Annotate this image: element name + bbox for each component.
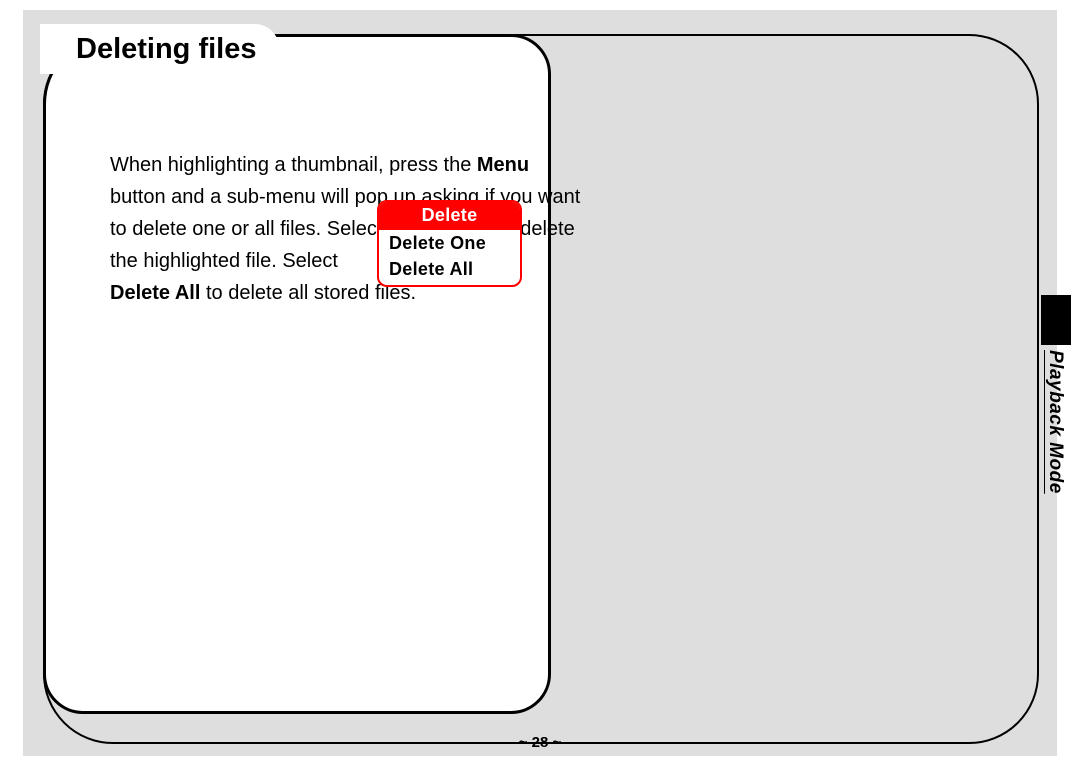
delete-menu-header: Delete [379,202,520,230]
menu-option-delete-all[interactable]: Delete All [379,256,520,285]
menu-option-delete-one[interactable]: Delete One [379,230,520,256]
section-side-label: Playback Mode [1040,350,1070,520]
page-number: ~ 28 ~ [0,734,1080,751]
text-seg-1: When highlighting a thumbnail, press the [110,154,477,176]
section-side-label-text: Playback Mode [1044,350,1066,494]
section-title-tab: Deleting files [40,24,279,74]
thumb-index-tab [1041,295,1071,345]
text-bold-delete-all: Delete All [110,282,200,304]
content-card: When highlighting a thumbnail, press the… [43,34,551,714]
text-bold-menu: Menu [477,154,529,176]
delete-menu-popup: Delete Delete One Delete All [377,200,522,287]
section-title: Deleting files [76,33,257,66]
